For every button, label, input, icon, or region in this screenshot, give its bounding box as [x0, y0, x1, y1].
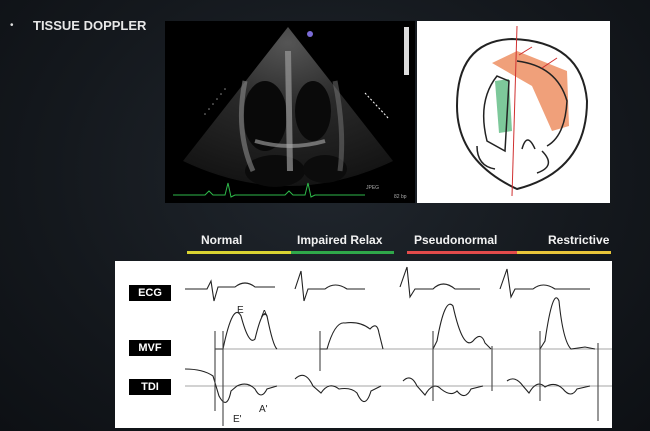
wave-label-a: A: [261, 309, 268, 320]
wave-label-e: E: [237, 305, 244, 316]
mvf-trace-impaired: [320, 322, 384, 350]
legend-bar-pseudonormal: [407, 251, 517, 254]
legend-pseudonormal: Pseudonormal: [414, 233, 498, 247]
ecg-trace-impaired: [294, 270, 365, 302]
tdi-trace-pseudonormal: [402, 377, 484, 397]
mvf-trace-restrictive: [539, 297, 596, 350]
ecg-trace-restrictive: [499, 268, 590, 299]
slide-heading: TISSUE DOPPLER: [33, 18, 147, 33]
legend-bar-impaired: [291, 251, 394, 254]
doppler-waveform-panel: ECG MVF TDI E A E' A': [115, 261, 612, 428]
legend-bar-normal: [187, 251, 291, 254]
mvf-trace-pseudonormal: [432, 303, 492, 350]
heart-schematic: [417, 21, 610, 203]
legend-normal: Normal: [201, 233, 243, 247]
legend-bar-restrictive: [517, 251, 611, 254]
filling-pattern-legend: Normal Impaired Relax Pseudonormal Restr…: [187, 230, 611, 260]
wave-label-e-prime: E': [233, 414, 242, 425]
echo-rate-label: 82 bp: [394, 194, 407, 200]
echo-format-label: JPEG: [366, 185, 380, 191]
tdi-trace-restrictive: [506, 378, 591, 395]
slide-bullet: •: [10, 20, 14, 31]
wave-label-a-prime: A': [259, 404, 268, 415]
legend-impaired-relaxation: Impaired Relax: [297, 233, 383, 247]
ecg-trace-pseudonormal: [399, 266, 480, 299]
tdi-trace-impaired: [294, 374, 382, 403]
legend-restrictive: Restrictive: [548, 233, 610, 247]
ecg-trace-normal: [185, 279, 275, 302]
echocardiogram-image: [165, 21, 415, 203]
